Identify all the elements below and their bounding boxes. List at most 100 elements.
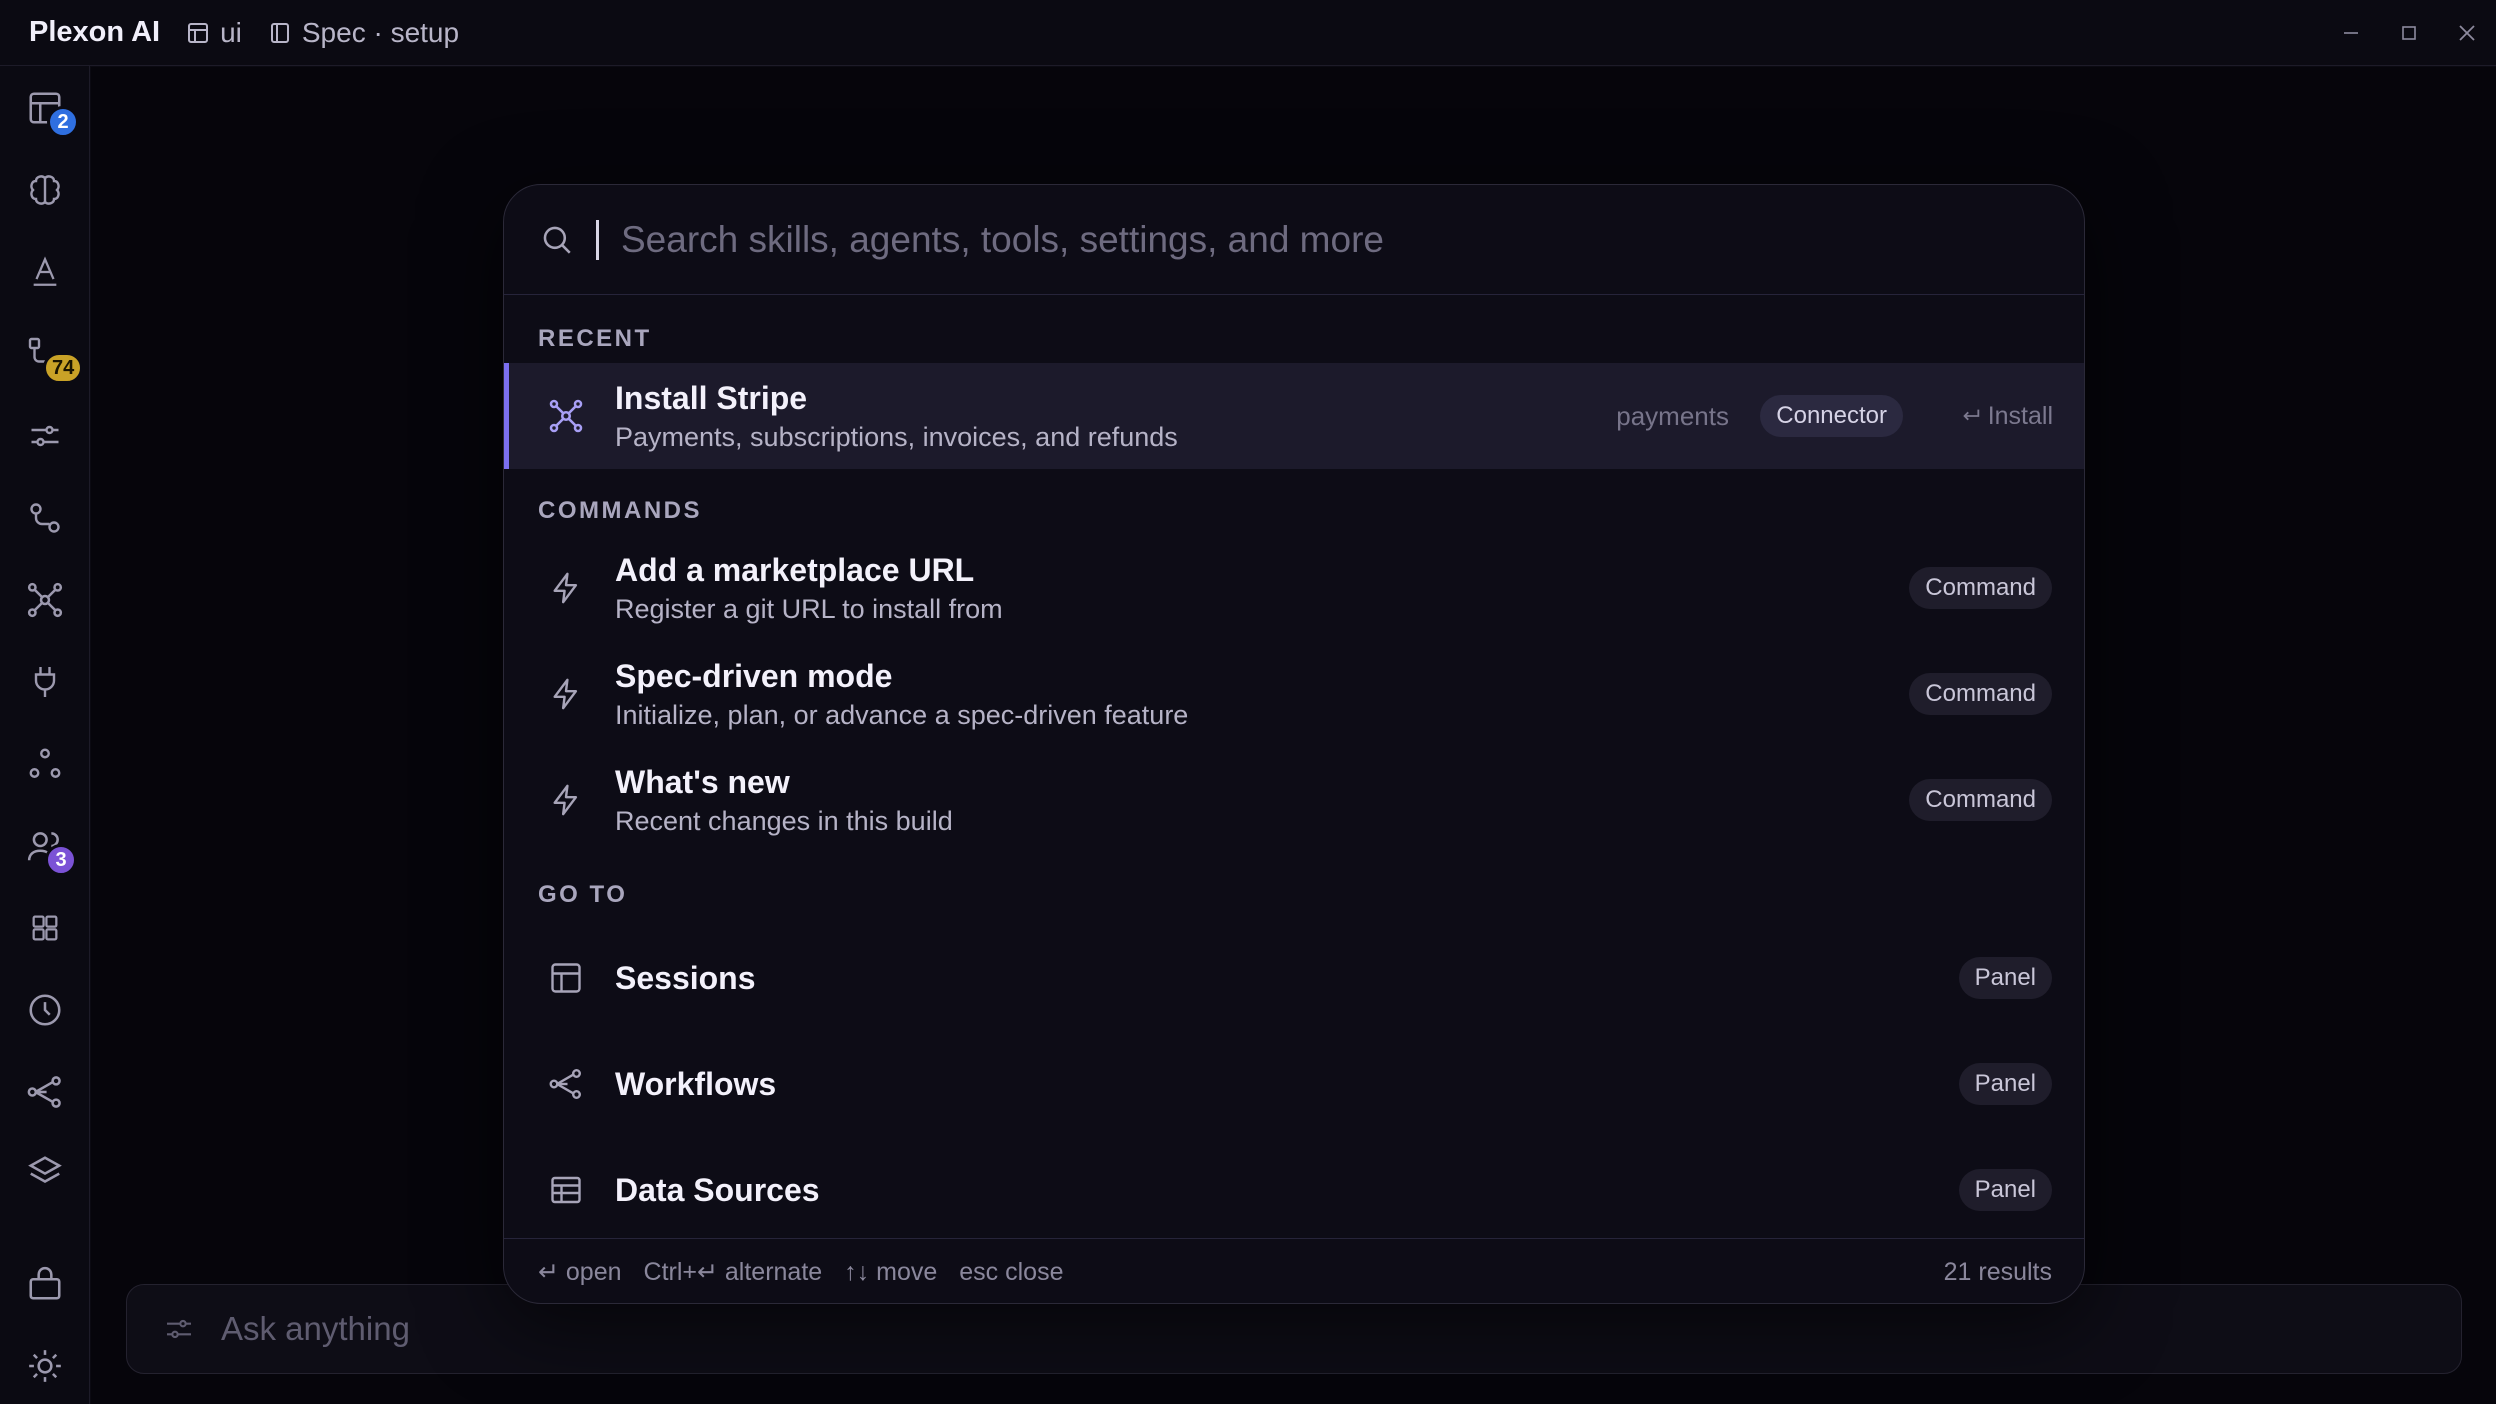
section-commands: COMMANDS	[538, 497, 702, 524]
item-text: Data Sources	[615, 1171, 820, 1209]
item-subtitle: Payments, subscriptions, invoices, and r…	[615, 421, 1178, 452]
goto-item-sessions[interactable]: Sessions Panel	[504, 925, 2084, 1031]
sidebar-item-pipelines[interactable]	[21, 494, 69, 542]
kind-badge: Panel	[1958, 1169, 2052, 1211]
sidebar-item-components[interactable]	[21, 904, 69, 952]
close-button[interactable]	[2438, 0, 2496, 66]
item-subtitle: Initialize, plan, or advance a spec-driv…	[615, 699, 1189, 730]
item-title: Data Sources	[615, 1172, 820, 1208]
item-text: Install Stripe Payments, subscriptions, …	[615, 379, 1178, 454]
minimize-icon	[2344, 32, 2358, 34]
window-controls	[2322, 0, 2496, 66]
share-icon	[546, 1064, 586, 1104]
enter-icon	[1962, 409, 1979, 421]
sidebar-item-workflow[interactable]: 74	[21, 330, 84, 384]
hint-alternate: Ctrl+↵ alternate	[643, 1258, 823, 1286]
sidebar-item-store[interactable]	[21, 1260, 69, 1308]
item-title: Add a marketplace URL	[615, 551, 975, 588]
item-title: What's new	[615, 763, 790, 800]
layers-icon	[28, 1156, 62, 1183]
results-count: 21 results	[1943, 1257, 2052, 1286]
sidebar-item-agents[interactable]	[21, 740, 69, 788]
command-item-add-marketplace-url[interactable]: Add a marketplace URL Register a git URL…	[504, 535, 2084, 641]
hint-close: esc close	[959, 1257, 1064, 1286]
palette-search-input[interactable]	[619, 217, 1919, 262]
item-text: What's new Recent changes in this build	[615, 763, 953, 838]
sliders-icon	[31, 425, 59, 447]
item-text: Add a marketplace URL Register a git URL…	[615, 551, 1003, 626]
hint-move: ↑↓ move	[844, 1257, 938, 1286]
panel-icon	[270, 22, 289, 43]
install-hint: Install	[1960, 402, 2053, 431]
minimize-button[interactable]	[2322, 0, 2380, 66]
kind-badge: Panel	[1958, 1063, 2052, 1105]
section-recent: RECENT	[538, 325, 652, 352]
ask-placeholder: Ask anything	[221, 1310, 410, 1347]
breadcrumb-ui-label: ui	[220, 16, 242, 48]
workflow-badge: 74	[43, 352, 84, 384]
item-title: Sessions	[615, 960, 756, 996]
sidebar-item-team[interactable]: 3	[21, 822, 77, 876]
palette-search-row	[504, 185, 2084, 295]
item-text: Spec-driven mode Initialize, plan, or ad…	[615, 657, 1188, 732]
sidebar: 2 74 3	[0, 66, 90, 1404]
sidebar-item-connectors[interactable]	[21, 576, 69, 624]
bolt-icon	[546, 674, 586, 714]
section-goto: GO TO	[538, 881, 628, 908]
bolt-icon	[546, 568, 586, 608]
sliders-icon[interactable]	[163, 1313, 195, 1345]
sidebar-item-layers[interactable]	[21, 1148, 69, 1196]
team-badge: 3	[45, 844, 77, 876]
command-item-spec-driven-mode[interactable]: Spec-driven mode Initialize, plan, or ad…	[504, 641, 2084, 747]
sidebar-item-share[interactable]	[21, 1068, 69, 1116]
item-subtitle: Register a git URL to install from	[615, 593, 1003, 624]
layout-icon	[546, 958, 586, 998]
kind-badge: Connector	[1760, 395, 1903, 437]
sidebar-item-history[interactable]	[21, 986, 69, 1034]
plug-icon	[34, 667, 56, 697]
command-palette: RECENT Install Stripe Payments, subscrip…	[503, 184, 2085, 1304]
item-text: Workflows	[615, 1065, 776, 1103]
breadcrumb-spec[interactable]: Spec · setup	[268, 17, 459, 49]
connector-icon	[546, 396, 586, 436]
sun-icon	[29, 1350, 61, 1382]
brain-icon	[30, 175, 60, 205]
title-bar: Plexon AI ui Spec · setup	[0, 0, 2496, 66]
table-icon	[546, 1170, 586, 1210]
item-tag: payments	[1616, 400, 1729, 431]
sidebar-item-settings-sliders[interactable]	[21, 412, 69, 460]
sidebar-item-prompts[interactable]	[21, 248, 69, 296]
sidebar-item-plugins[interactable]	[21, 658, 69, 706]
goto-item-workflows[interactable]: Workflows Panel	[504, 1031, 2084, 1137]
sidebar-item-theme[interactable]	[21, 1342, 69, 1390]
bag-icon	[29, 1266, 61, 1300]
kind-badge: Command	[1909, 673, 2052, 715]
item-title: Spec-driven mode	[615, 657, 893, 694]
sidebar-item-brain[interactable]	[21, 166, 69, 214]
app-title: Plexon AI	[29, 16, 161, 48]
sidebar-item-sessions[interactable]: 2	[21, 84, 79, 138]
clock-icon	[29, 994, 61, 1026]
sessions-badge: 2	[47, 106, 79, 138]
nodes-icon	[29, 748, 61, 778]
breadcrumb-ui[interactable]: ui	[186, 17, 242, 49]
item-subtitle: Recent changes in this build	[615, 805, 953, 836]
command-key-icon	[32, 915, 58, 941]
recent-item-install-stripe[interactable]: Install Stripe Payments, subscriptions, …	[504, 363, 2084, 469]
goto-item-data-sources[interactable]: Data Sources Panel	[504, 1137, 2084, 1243]
text-caret	[596, 219, 599, 260]
item-text: Sessions	[615, 959, 756, 997]
kind-badge: Panel	[1958, 957, 2052, 999]
command-item-whats-new[interactable]: What's new Recent changes in this build …	[504, 747, 2084, 853]
layout-icon	[188, 22, 209, 43]
palette-footer: ↵ open Ctrl+↵ alternate ↑↓ move esc clos…	[504, 1238, 2084, 1303]
hint-open: ↵ open	[538, 1258, 622, 1286]
search-icon	[543, 226, 571, 254]
bolt-icon	[546, 780, 586, 820]
route-icon	[30, 503, 60, 533]
close-icon	[2459, 25, 2475, 41]
connector-icon	[27, 582, 63, 618]
maximize-button[interactable]	[2380, 0, 2438, 66]
share-icon	[27, 1076, 61, 1108]
install-hint-label: Install	[1987, 401, 2053, 430]
